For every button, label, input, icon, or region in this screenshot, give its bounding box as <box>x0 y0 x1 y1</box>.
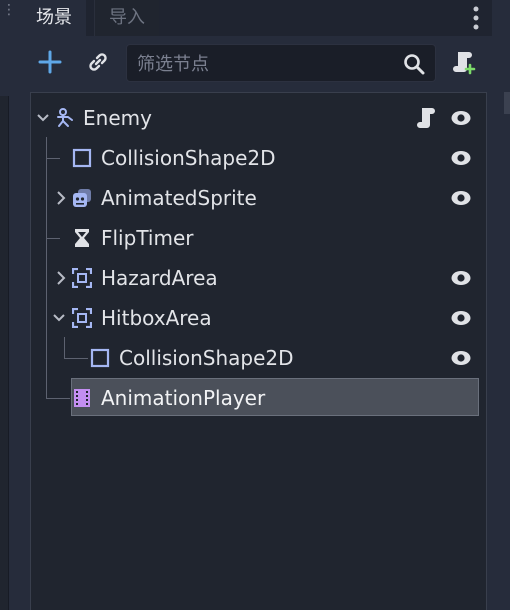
animated-sprite-icon <box>73 189 91 207</box>
instance-scene-button[interactable] <box>80 44 116 80</box>
visibility-eye-icon[interactable] <box>450 308 472 328</box>
scene-toolbar <box>22 36 492 88</box>
search-icon <box>404 54 425 75</box>
tab-import[interactable]: 导入 <box>94 0 159 36</box>
chevron-right-icon[interactable] <box>55 190 67 206</box>
chevron-down-icon[interactable] <box>53 310 65 326</box>
tab-scene[interactable]: 场景 <box>22 0 86 36</box>
tree-node-label: CollisionShape2D <box>119 346 294 370</box>
plus-icon <box>38 50 62 74</box>
attach-script-button[interactable] <box>446 44 482 80</box>
area-icon <box>72 268 92 288</box>
add-node-button[interactable] <box>32 44 68 80</box>
left-dock-edge: ⋮ <box>0 0 22 610</box>
animation-player-icon <box>74 389 90 407</box>
add-script-icon <box>453 52 476 75</box>
tree-node-animatedsprite[interactable]: AnimatedSprite <box>31 178 486 218</box>
kinematic-body-icon <box>57 108 73 127</box>
right-scrollbar-handle[interactable] <box>504 92 510 114</box>
tree-node-label: Enemy <box>83 106 152 130</box>
tree-node-hazardarea[interactable]: HazardArea <box>31 258 486 298</box>
visibility-eye-icon[interactable] <box>450 348 472 368</box>
right-dock-edge <box>492 0 510 610</box>
tree-node-collisionshape2d[interactable]: CollisionShape2D <box>31 138 486 178</box>
collision-shape-icon <box>90 348 110 368</box>
dock-tab-bar: 场景 导入 <box>22 0 492 36</box>
chevron-right-icon[interactable] <box>55 270 67 286</box>
scene-dock: 场景 导入 筛选节点 Enemy CollisionShape2D Animat… <box>22 0 492 610</box>
tree-node-label: AnimatedSprite <box>101 186 257 210</box>
script-icon[interactable] <box>416 106 436 130</box>
tree-node-label: FlipTimer <box>101 226 194 250</box>
tree-node-hitboxarea[interactable]: HitboxArea <box>31 298 486 338</box>
tree-node-animationplayer[interactable]: AnimationPlayer <box>31 378 486 418</box>
filter-nodes-field[interactable] <box>126 44 436 83</box>
filter-nodes-input[interactable] <box>127 45 409 83</box>
tree-node-collisionshape2d-child[interactable]: CollisionShape2D <box>31 338 486 378</box>
left-dock-border <box>0 96 9 610</box>
tree-node-enemy[interactable]: Enemy <box>31 98 486 138</box>
dock-menu-icon[interactable] <box>466 4 486 32</box>
tree-node-label: HitboxArea <box>101 306 212 330</box>
area-icon <box>72 308 92 328</box>
chevron-down-icon[interactable] <box>37 110 49 126</box>
tree-node-label: HazardArea <box>101 266 218 290</box>
visibility-eye-icon[interactable] <box>450 188 472 208</box>
link-icon <box>89 53 107 71</box>
collision-shape-icon <box>72 148 92 168</box>
left-dock-grip-icon[interactable]: ⋮ <box>2 3 16 30</box>
timer-icon <box>75 229 89 247</box>
visibility-eye-icon[interactable] <box>450 108 472 128</box>
visibility-eye-icon[interactable] <box>450 148 472 168</box>
tree-node-label: CollisionShape2D <box>101 146 276 170</box>
tree-node-label: AnimationPlayer <box>101 386 266 410</box>
visibility-eye-icon[interactable] <box>450 268 472 288</box>
tree-node-fliptimer[interactable]: FlipTimer <box>31 218 486 258</box>
scene-tree: Enemy CollisionShape2D AnimatedSprite Fl… <box>30 92 487 610</box>
